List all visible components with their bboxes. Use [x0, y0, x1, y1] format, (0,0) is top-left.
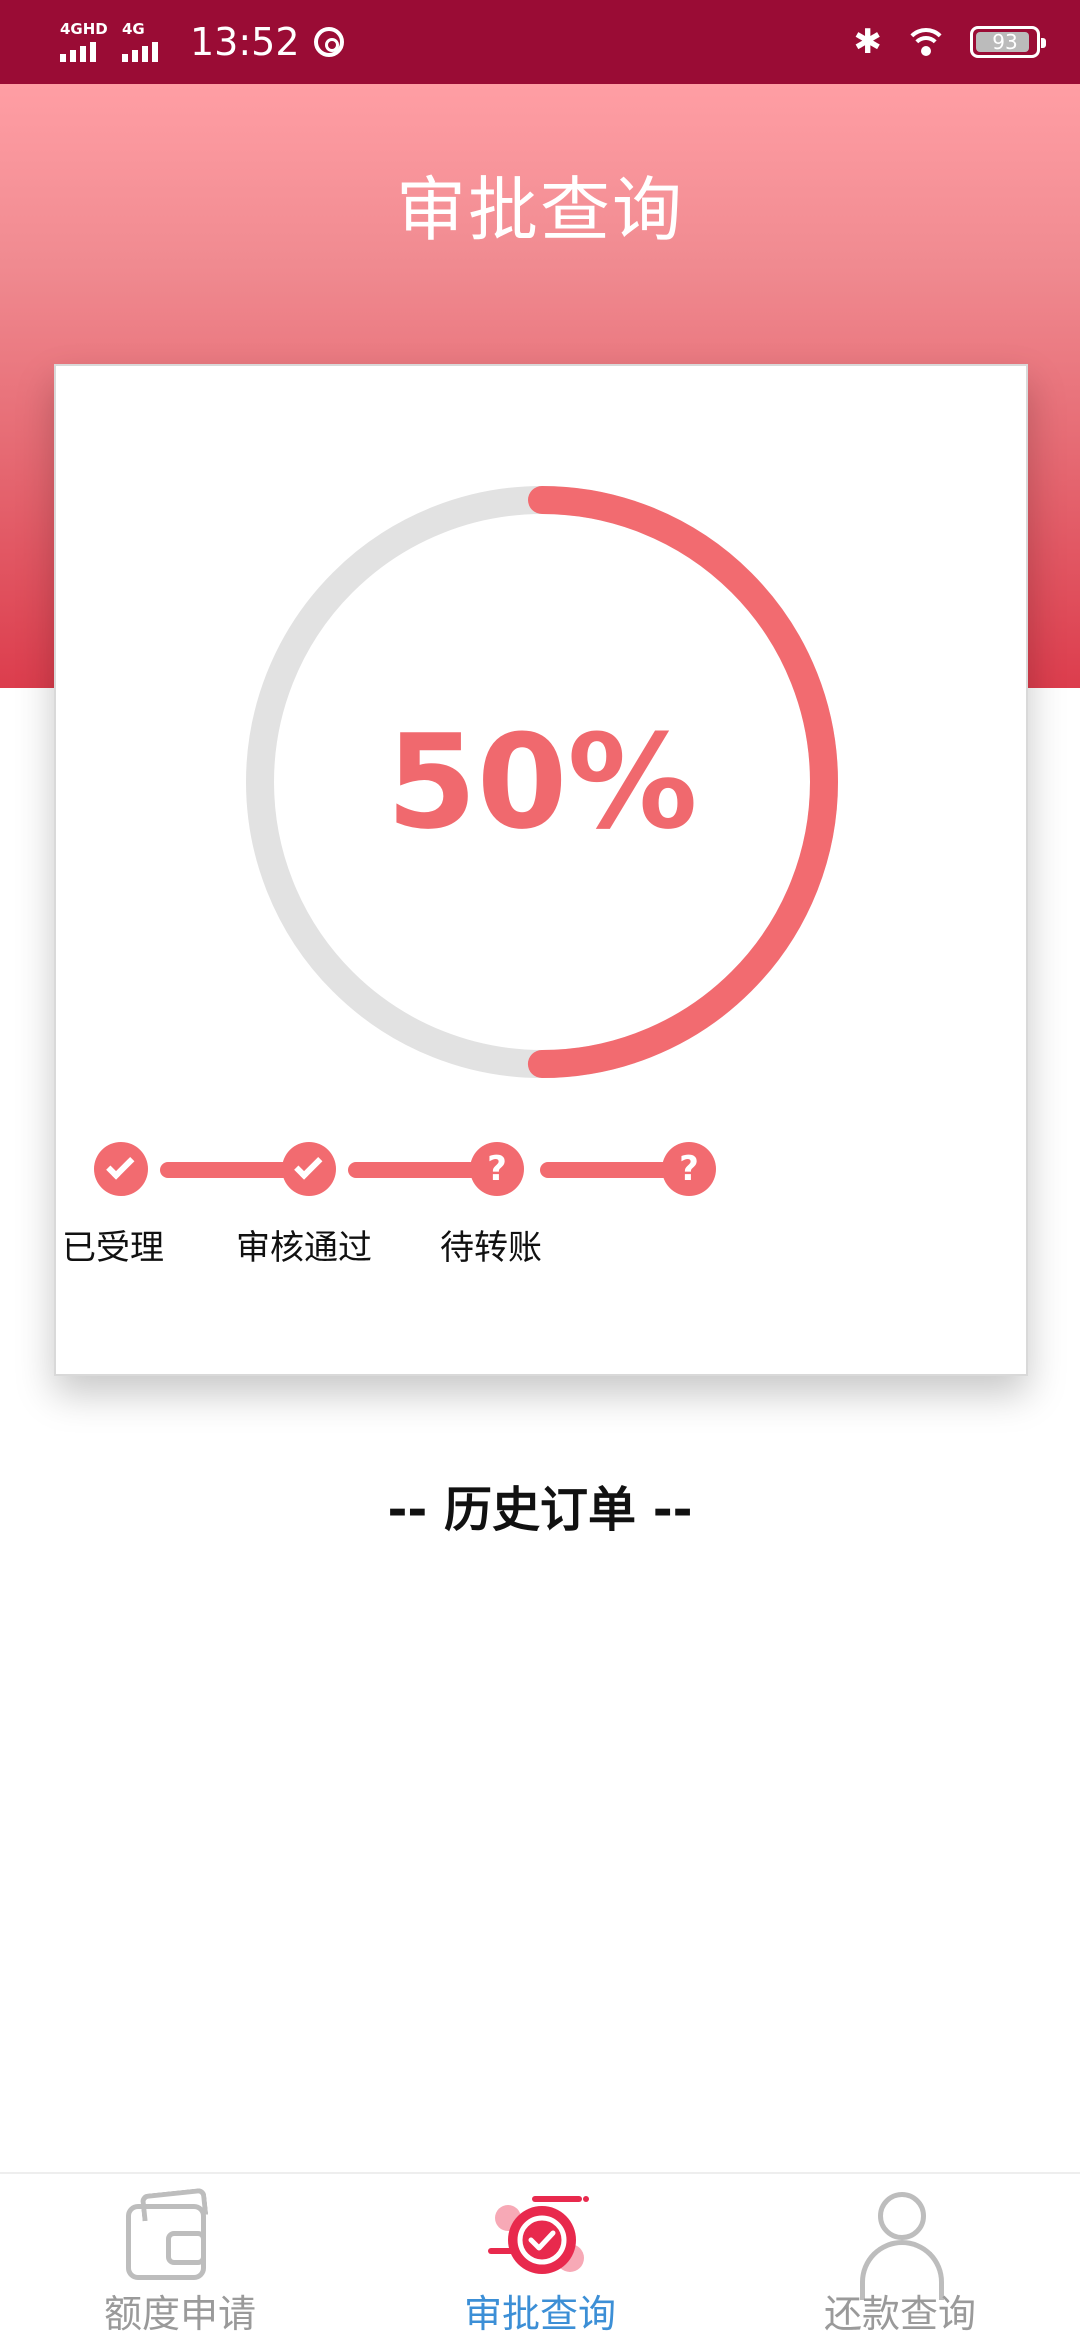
user-icon [860, 2192, 944, 2300]
step-connector [160, 1162, 296, 1178]
approve-check-icon [488, 2196, 589, 2274]
nav-label: 审批查询 [463, 2292, 616, 2336]
wifi-icon [904, 26, 948, 58]
signal-type-label: 4GHD [60, 20, 108, 38]
nav-label: 额度申请 [103, 2292, 256, 2336]
wallet-icon [126, 2204, 206, 2280]
cellular-signal-icon: 4GHD [60, 16, 112, 68]
step-2-done-icon [282, 1142, 336, 1196]
nav-item-approval-query[interactable]: 审批查询 [360, 2174, 720, 2340]
signal-type-label: 4G [122, 20, 145, 38]
step-4-pending-icon: ? [662, 1142, 716, 1196]
step-connector [540, 1162, 676, 1178]
step-label: 待转账 [440, 1228, 542, 1268]
bottom-nav: 额度申请 审批查询 还款查询 [0, 2172, 1080, 2340]
step-connector [348, 1162, 484, 1178]
step-label: 已受理 [62, 1228, 164, 1268]
step-label: 审核通过 [236, 1228, 372, 1268]
progress-ring: 50% [242, 482, 842, 1082]
approval-status-card: 50% ? ? 已受理 审核通过 待转账 [54, 364, 1028, 1376]
nav-label: 还款查询 [823, 2292, 976, 2336]
nav-item-repayment-query[interactable]: 还款查询 [720, 2174, 1080, 2340]
step-3-pending-icon: ? [470, 1142, 524, 1196]
bluetooth-icon: ✱ [853, 22, 883, 62]
battery-icon: 93 [970, 26, 1046, 58]
page-title: 审批查询 [396, 169, 684, 251]
progress-percent: 50% [386, 706, 698, 858]
status-time: 13:52 [190, 20, 300, 64]
history-orders-title: -- 历史订单 -- [387, 1482, 693, 1538]
status-bar: 4GHD 4G 13:52 ✱ 93 [0, 0, 1080, 84]
music-app-icon [313, 27, 344, 57]
battery-level: 93 [992, 30, 1018, 54]
step-1-done-icon [94, 1142, 148, 1196]
cellular-signal-icon: 4G [122, 16, 174, 68]
nav-item-quota-apply[interactable]: 额度申请 [0, 2174, 360, 2340]
